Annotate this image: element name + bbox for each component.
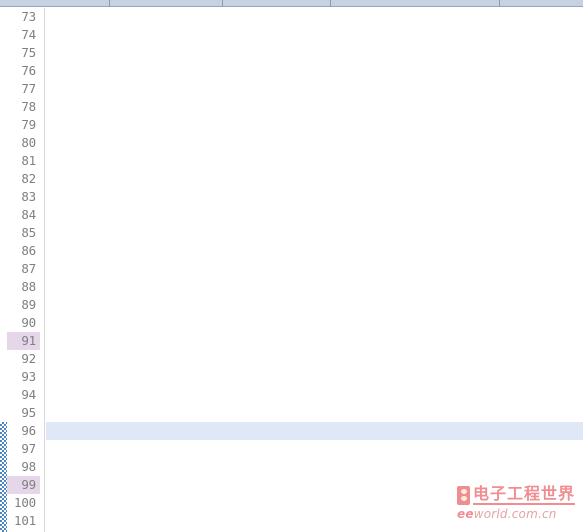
line-number[interactable]: 94	[7, 386, 40, 404]
line-number[interactable]: 88	[7, 278, 40, 296]
line-number[interactable]: 97	[7, 440, 40, 458]
toolbar-strip	[0, 0, 583, 7]
line-number[interactable]: 82	[7, 170, 40, 188]
gutter-separator	[44, 26, 45, 44]
code-area[interactable]: 73 74 75 76 77 78 79 80 81 82 83 84 85 86 87 88 89 90 91 92…	[0, 8, 583, 532]
line-number[interactable]: 80	[7, 134, 40, 152]
line-number[interactable]: 86	[7, 242, 40, 260]
code-line[interactable]: 77	[0, 80, 583, 98]
code-line[interactable]: 82	[0, 170, 583, 188]
code-line[interactable]: 81	[0, 152, 583, 170]
line-number[interactable]: 81	[7, 152, 40, 170]
code-line[interactable]: 99	[0, 476, 583, 494]
code-line[interactable]: 73	[0, 8, 583, 26]
code-line[interactable]: 85	[0, 224, 583, 242]
toolbar-separator	[109, 0, 110, 7]
gutter-separator	[44, 386, 45, 404]
line-number[interactable]: 79	[7, 116, 40, 134]
line-number[interactable]: 74	[7, 26, 40, 44]
line-number[interactable]: 83	[7, 188, 40, 206]
gutter-separator	[44, 62, 45, 80]
line-number[interactable]: 73	[7, 8, 40, 26]
gutter-separator	[44, 440, 45, 458]
code-line[interactable]: 90	[0, 314, 583, 332]
gutter-separator	[44, 8, 45, 26]
gutter-separator	[44, 242, 45, 260]
gutter-separator	[44, 422, 45, 440]
code-line[interactable]: 78	[0, 98, 583, 116]
code-line[interactable]: 97	[0, 440, 583, 458]
code-line[interactable]: 83	[0, 188, 583, 206]
line-number[interactable]: 95	[7, 404, 40, 422]
gutter-separator	[44, 170, 45, 188]
gutter-separator	[44, 206, 45, 224]
code-line[interactable]: 74	[0, 26, 583, 44]
code-line[interactable]: 88	[0, 278, 583, 296]
code-line[interactable]: 79	[0, 116, 583, 134]
gutter-separator	[44, 476, 45, 494]
gutter-separator	[44, 494, 45, 512]
code-line[interactable]: 98	[0, 458, 583, 476]
code-line[interactable]: 92	[0, 350, 583, 368]
line-number[interactable]: 89	[7, 296, 40, 314]
code-line[interactable]: 76	[0, 62, 583, 80]
code-line[interactable]: 89	[0, 296, 583, 314]
gutter-separator	[44, 134, 45, 152]
gutter-separator	[44, 260, 45, 278]
line-number[interactable]: 78	[7, 98, 40, 116]
current-line-highlight	[46, 422, 583, 440]
line-number[interactable]: 100	[7, 494, 40, 512]
gutter-separator	[44, 404, 45, 422]
line-number[interactable]: 92	[7, 350, 40, 368]
line-number[interactable]: 96	[7, 422, 40, 440]
gutter-separator	[44, 152, 45, 170]
gutter-separator	[44, 188, 45, 206]
code-line[interactable]: 80	[0, 134, 583, 152]
code-line[interactable]: 87	[0, 260, 583, 278]
line-number[interactable]: 75	[7, 44, 40, 62]
line-number[interactable]: 91	[7, 332, 40, 350]
code-editor[interactable]: 73 74 75 76 77 78 79 80 81 82 83 84 85 86 87 88 89 90 91 92…	[0, 0, 583, 532]
code-line[interactable]: 96	[0, 422, 583, 440]
gutter-separator	[44, 224, 45, 242]
line-number[interactable]: 84	[7, 206, 40, 224]
line-number[interactable]: 87	[7, 260, 40, 278]
gutter-separator	[44, 116, 45, 134]
line-number[interactable]: 76	[7, 62, 40, 80]
toolbar-separator	[222, 0, 223, 7]
code-line[interactable]: 93	[0, 368, 583, 386]
code-line[interactable]: 84	[0, 206, 583, 224]
line-number[interactable]: 101	[7, 512, 40, 530]
gutter-separator	[44, 296, 45, 314]
toolbar-separator	[330, 0, 331, 7]
gutter-separator	[44, 98, 45, 116]
toolbar-separator	[499, 0, 500, 7]
code-line[interactable]: 95	[0, 404, 583, 422]
line-number[interactable]: 85	[7, 224, 40, 242]
code-line[interactable]: 94	[0, 386, 583, 404]
gutter-separator	[44, 512, 45, 530]
code-line[interactable]: 86	[0, 242, 583, 260]
line-number[interactable]: 93	[7, 368, 40, 386]
code-line[interactable]: 101	[0, 512, 583, 530]
gutter-separator	[44, 368, 45, 386]
gutter-separator	[44, 314, 45, 332]
gutter-separator	[44, 332, 45, 350]
gutter-separator	[44, 80, 45, 98]
code-line[interactable]: 91	[0, 332, 583, 350]
gutter-separator	[44, 350, 45, 368]
code-line[interactable]: 75	[0, 44, 583, 62]
line-number[interactable]: 77	[7, 80, 40, 98]
gutter-separator	[44, 278, 45, 296]
gutter-separator	[44, 44, 45, 62]
line-number[interactable]: 98	[7, 458, 40, 476]
gutter-separator	[44, 458, 45, 476]
line-number[interactable]: 90	[7, 314, 40, 332]
code-line[interactable]: 100	[0, 494, 583, 512]
line-number[interactable]: 99	[7, 476, 40, 494]
